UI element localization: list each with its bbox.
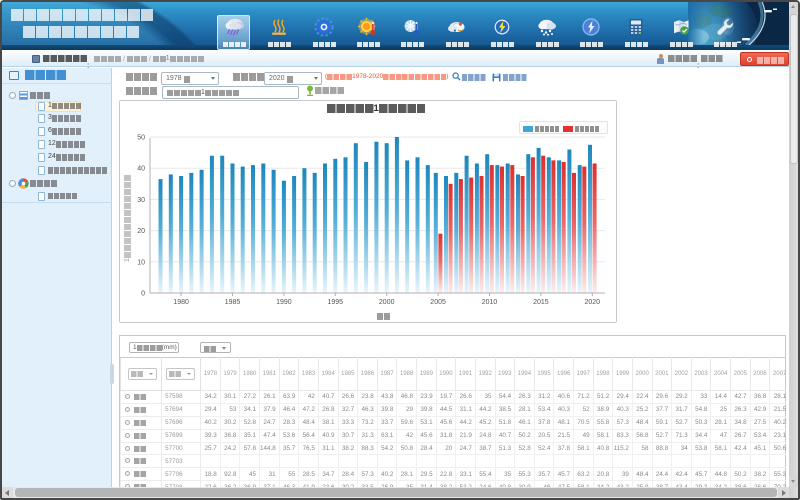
svg-text:2020: 2020 [585, 299, 601, 306]
svg-text:2005: 2005 [430, 299, 446, 306]
svg-text:1995: 1995 [328, 299, 344, 306]
svg-text:20: 20 [137, 228, 145, 235]
svg-text:30: 30 [137, 197, 145, 204]
svg-text:10: 10 [137, 259, 145, 266]
svg-text:1990: 1990 [276, 299, 292, 306]
svg-text:2015: 2015 [533, 299, 549, 306]
svg-text:2000: 2000 [379, 299, 395, 306]
svg-text:1985: 1985 [225, 299, 241, 306]
svg-text:1980: 1980 [173, 299, 189, 306]
svg-text:50: 50 [137, 135, 145, 142]
svg-text:0: 0 [141, 291, 145, 298]
svg-text:40: 40 [137, 166, 145, 173]
svg-text:2010: 2010 [482, 299, 498, 306]
